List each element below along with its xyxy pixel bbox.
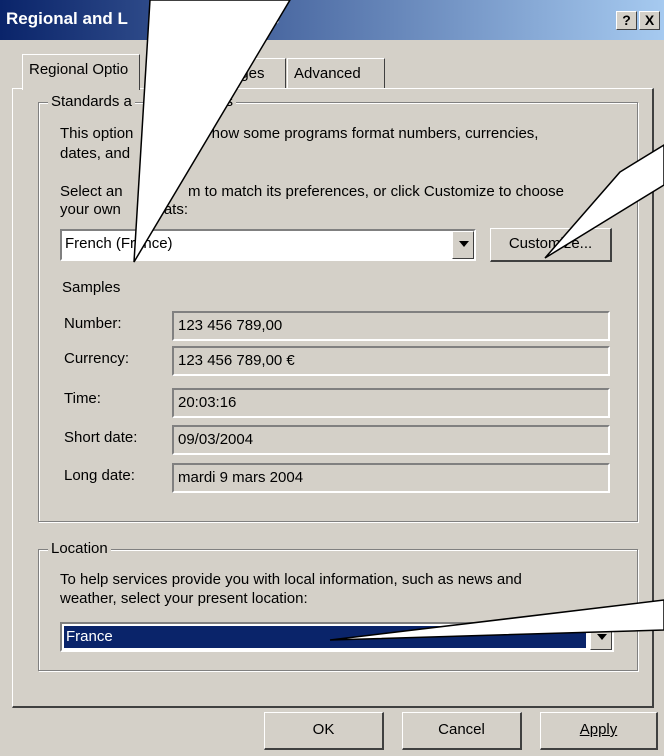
callout-overlay: [133, 0, 664, 641]
callout-wedge-locale: [133, 0, 291, 263]
regional-options-dialog: Regional and L ons ? X Regional Optio ag…: [0, 0, 664, 756]
callout-wedge-location: [329, 599, 664, 641]
tab-regional-options[interactable]: Regional Optio: [22, 54, 140, 90]
callout-wedge-customize: [544, 144, 664, 259]
tab-label-regional-options: Regional Optio: [29, 61, 129, 78]
